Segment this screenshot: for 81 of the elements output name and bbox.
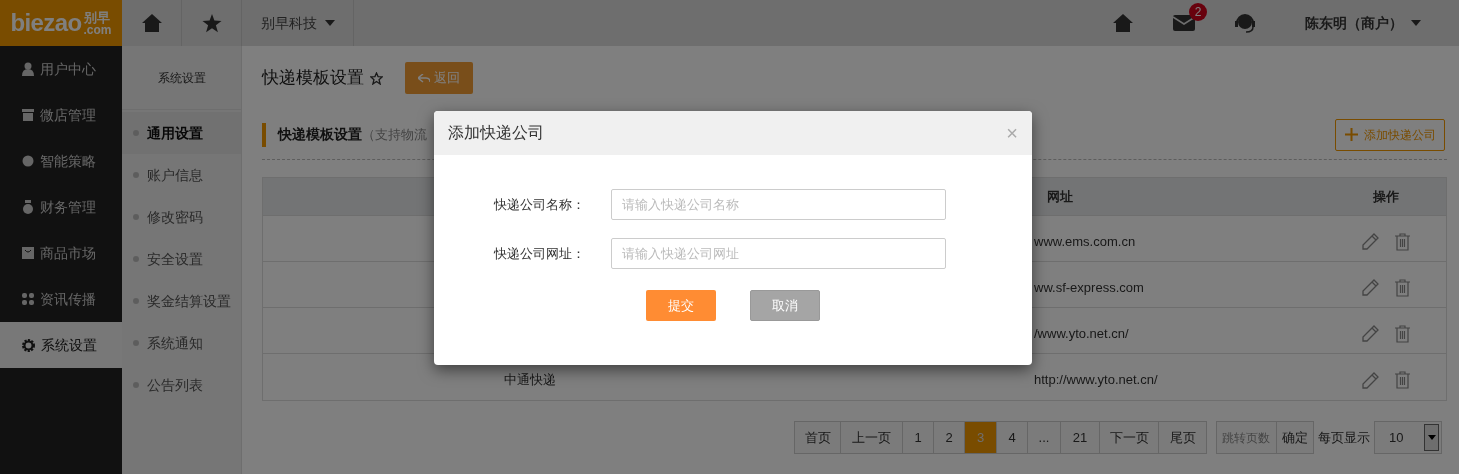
bag-icon [22, 247, 34, 259]
pencil-icon[interactable] [1362, 325, 1379, 342]
grid-icon [22, 293, 34, 305]
submenu-item[interactable]: 公告列表 [122, 364, 241, 406]
add-company-button[interactable]: 添加快递公司 [1335, 118, 1445, 151]
bulb-icon [22, 155, 34, 167]
user-menu[interactable]: 陈东明（商户） [1305, 12, 1421, 34]
page-button[interactable]: 1 [902, 421, 934, 454]
field-label: 快递公司名称： [493, 195, 585, 214]
sidebar-label: 资讯传播 [40, 289, 96, 309]
confirm-button[interactable]: 确定 [1276, 421, 1314, 454]
home-icon[interactable] [1113, 14, 1133, 32]
mail-icon[interactable] [1173, 15, 1195, 31]
sidebar-label: 财务管理 [40, 197, 96, 217]
company-dropdown[interactable]: 别早科技 [242, 0, 354, 46]
sidebar-item[interactable]: 智能策略 [0, 138, 122, 184]
input-field[interactable]: 请输入快递公司名称 [611, 189, 946, 220]
sidebar-label: 商品市场 [40, 243, 96, 263]
section-title: 快递模板设置 [278, 125, 362, 144]
pencil-icon[interactable] [1362, 233, 1379, 250]
trash-icon[interactable] [1395, 278, 1410, 297]
sidebar-label: 系统设置 [41, 335, 97, 355]
close-button[interactable]: × [1006, 123, 1018, 143]
submenu-item[interactable]: 系统通知 [122, 322, 241, 364]
trash-icon[interactable] [1395, 232, 1410, 251]
reply-icon [418, 73, 430, 83]
trash-icon[interactable] [1395, 371, 1410, 389]
page-button[interactable]: 2 [933, 421, 965, 454]
table-cell-text: www.ems.com.cn [1034, 232, 1136, 251]
user-icon [22, 62, 34, 76]
notification-badge: 2 [1189, 3, 1207, 21]
page-button[interactable]: 尾页 [1158, 421, 1207, 454]
caret-icon [1427, 435, 1436, 440]
submenu-item[interactable]: 安全设置 [122, 238, 241, 280]
dialog-title: 添加快递公司 [448, 123, 544, 143]
caret-icon [1411, 20, 1421, 26]
star-outline-icon[interactable] [370, 71, 383, 85]
page-button[interactable]: 首页 [794, 421, 841, 454]
table-cell-text: /www.yto.net.cn/ [1034, 324, 1129, 343]
sidebar-item[interactable]: 用户中心 [0, 46, 122, 92]
sidebar-item[interactable]: 资讯传播 [0, 276, 122, 322]
page-title: 快递模板设置 [262, 67, 364, 90]
home-icon[interactable] [141, 14, 162, 32]
field-label: 快递公司网址： [493, 244, 585, 263]
submit-button[interactable]: 提交 [646, 290, 716, 321]
per-page-select[interactable]: 10 [1374, 421, 1442, 454]
shop-icon [22, 109, 34, 121]
money-bag-icon [22, 200, 34, 214]
sidebar-item[interactable]: 商品市场 [0, 230, 122, 276]
submenu-title: 系统设置 [122, 46, 241, 110]
pencil-icon[interactable] [1362, 371, 1379, 389]
caret-icon [324, 20, 335, 26]
plus-icon [1344, 128, 1358, 141]
submenu-item[interactable]: 通用设置 [122, 112, 241, 154]
pencil-icon[interactable] [1362, 279, 1379, 296]
sidebar-item[interactable]: 财务管理 [0, 184, 122, 230]
submenu-item[interactable]: 修改密码 [122, 196, 241, 238]
submenu-item[interactable]: 奖金结算设置 [122, 280, 241, 322]
cancel-button[interactable]: 取消 [750, 290, 820, 321]
sidebar-item[interactable]: 微店管理 [0, 92, 122, 138]
page-button[interactable]: ... [1027, 421, 1061, 454]
submenu-item[interactable]: 账户信息 [122, 154, 241, 196]
sidebar-label: 微店管理 [40, 105, 96, 125]
section-note: （支持物流 [362, 125, 427, 144]
trash-icon[interactable] [1395, 324, 1410, 343]
sidebar-label: 用户中心 [40, 59, 96, 79]
headset-icon[interactable] [1235, 12, 1255, 34]
per-page-label: 每页显示 [1318, 428, 1370, 447]
table-cell-text: ww.sf-express.com [1034, 278, 1144, 297]
page-button[interactable]: 4 [996, 421, 1028, 454]
star-icon[interactable] [201, 13, 222, 33]
gear-icon [22, 338, 35, 352]
column-header: 网址 [1047, 187, 1073, 206]
input-field[interactable]: 请输入快递公司网址 [611, 238, 946, 269]
table-cell-text: http://www.yto.net.cn/ [1034, 371, 1158, 390]
sidebar-item[interactable]: 系统设置 [0, 322, 122, 368]
sidebar-label: 智能策略 [40, 151, 96, 171]
table-cell: 中通快递 [504, 372, 556, 388]
back-button[interactable]: 返回 [405, 62, 473, 94]
page-button[interactable]: 21 [1060, 421, 1100, 454]
column-header: 操作 [1373, 187, 1399, 206]
